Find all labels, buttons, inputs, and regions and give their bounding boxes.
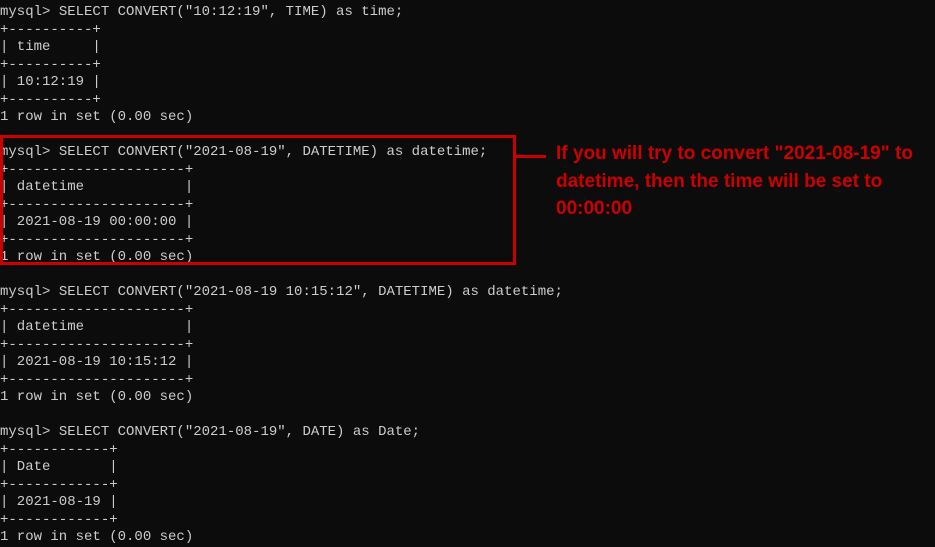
table-separator: +------------+ (0, 512, 118, 528)
table-row: | 2021-08-19 10:15:12 | (0, 354, 193, 370)
terminal-output: mysql> SELECT CONVERT("10:12:19", TIME) … (0, 4, 935, 547)
result-footer: 1 row in set (0.00 sec) (0, 529, 193, 545)
table-separator: +---------------------+ (0, 162, 193, 178)
table-separator: +------------+ (0, 442, 118, 458)
prompt: mysql> SELECT CONVERT("2021-08-19", DATE… (0, 424, 420, 440)
table-separator: +---------------------+ (0, 372, 193, 388)
prompt: mysql> SELECT CONVERT("10:12:19", TIME) … (0, 4, 403, 20)
table-header: | time | (0, 39, 101, 55)
prompt: mysql> SELECT CONVERT("2021-08-19 10:15:… (0, 284, 563, 300)
result-footer: 1 row in set (0.00 sec) (0, 249, 193, 265)
table-header: | datetime | (0, 319, 193, 335)
table-row: | 10:12:19 | (0, 74, 101, 90)
result-footer: 1 row in set (0.00 sec) (0, 109, 193, 125)
table-separator: +----------+ (0, 57, 101, 73)
table-separator: +------------+ (0, 477, 118, 493)
prompt: mysql> SELECT CONVERT("2021-08-19", DATE… (0, 144, 487, 160)
table-separator: +---------------------+ (0, 337, 193, 353)
annotation-text: If you will try to convert "2021-08-19" … (556, 140, 916, 223)
annotation-connector (516, 155, 546, 158)
table-row: | 2021-08-19 | (0, 494, 118, 510)
table-separator: +---------------------+ (0, 302, 193, 318)
table-row: | 2021-08-19 00:00:00 | (0, 214, 193, 230)
table-separator: +---------------------+ (0, 232, 193, 248)
table-separator: +----------+ (0, 92, 101, 108)
table-header: | datetime | (0, 179, 193, 195)
table-header: | Date | (0, 459, 118, 475)
table-separator: +---------------------+ (0, 197, 193, 213)
result-footer: 1 row in set (0.00 sec) (0, 389, 193, 405)
table-separator: +----------+ (0, 22, 101, 38)
